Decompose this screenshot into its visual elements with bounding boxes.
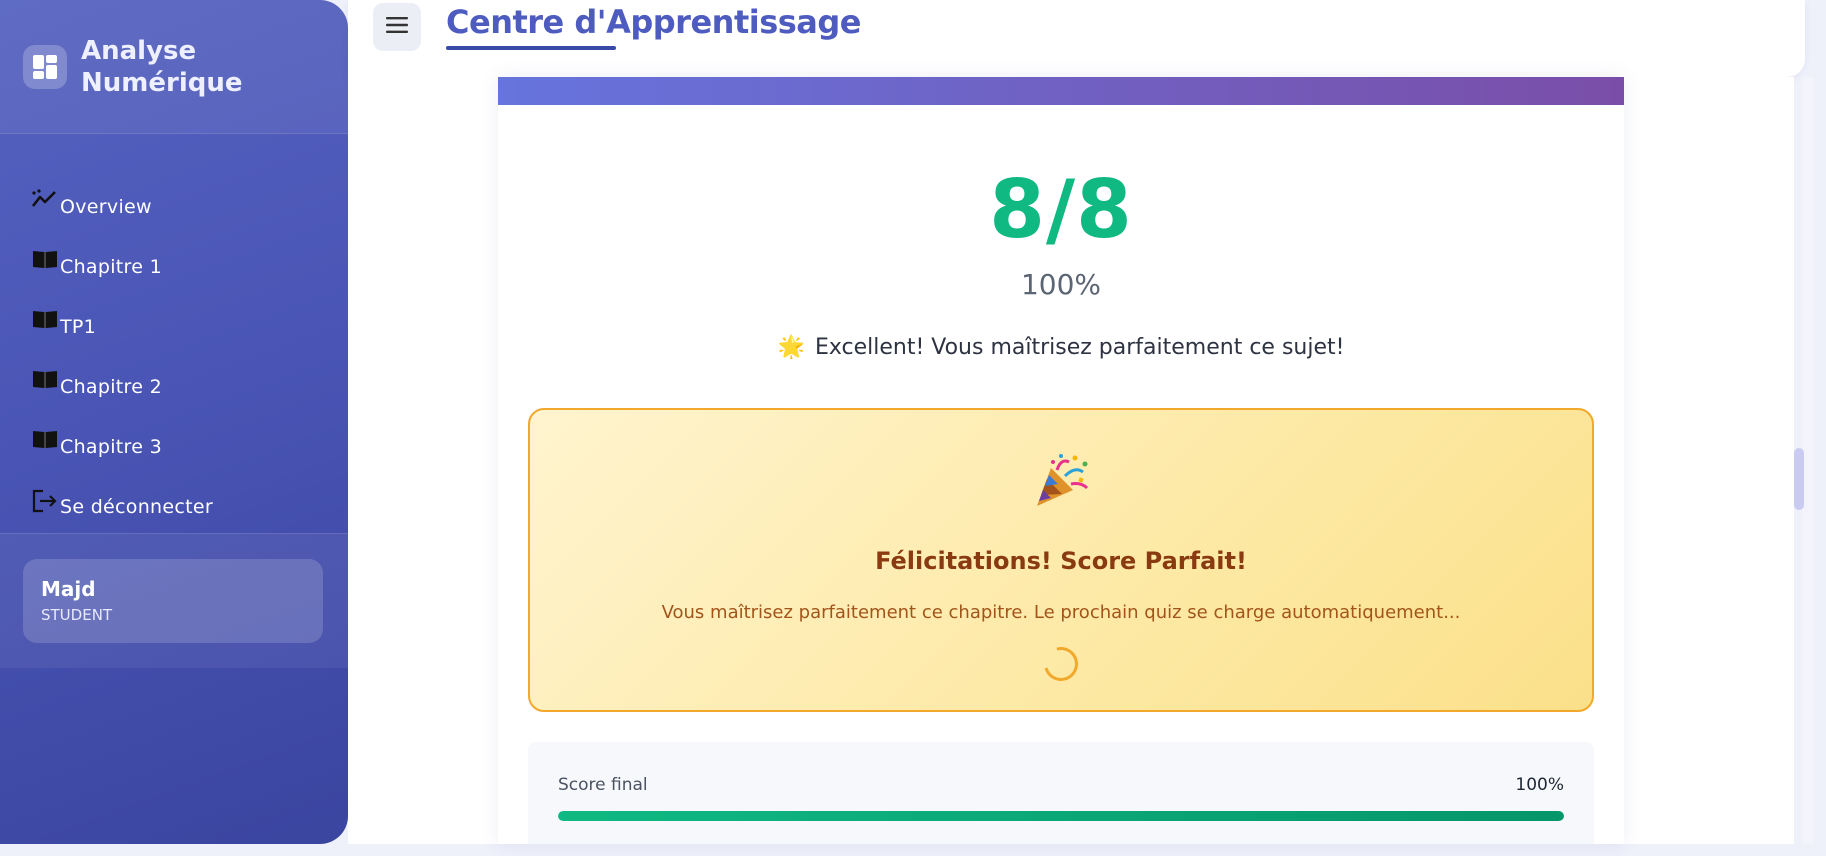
final-score-progress-track [558, 811, 1564, 821]
quiz-result-card: 8/8 100% 🌟 Excellent! Vous maîtrisez parf… [498, 77, 1624, 844]
final-score-label: Score final [558, 775, 648, 795]
card-header-band [498, 77, 1624, 105]
loading-spinner [1037, 640, 1085, 688]
final-score-panel: Score final 100% [528, 742, 1594, 844]
user-name: Majd [41, 577, 96, 601]
glowing-star-icon: 🌟 [777, 335, 805, 360]
result-message: 🌟 Excellent! Vous maîtrisez parfaitement … [498, 335, 1624, 360]
sidebar-item-overview[interactable]: Overview [0, 160, 348, 220]
title-underline [446, 46, 616, 50]
result-message-text: Excellent! Vous maîtrisez parfaitement c… [814, 335, 1345, 360]
brand-line-1: Analyse [81, 35, 197, 66]
party-popper-icon [1031, 450, 1091, 515]
book-icon [31, 308, 61, 334]
sidebar-item-label: TP1 [60, 316, 97, 338]
menu-toggle-button[interactable] [373, 3, 421, 51]
congrats-panel: Félicitations! Score Parfait! Vous maîtr… [528, 408, 1594, 712]
congrats-text: Vous maîtrisez parfaitement ce chapitre.… [661, 602, 1461, 623]
brand-line-2: Numérique [81, 67, 243, 98]
user-role: STUDENT [41, 606, 113, 624]
score-percent: 100% [1020, 268, 1102, 301]
sidebar-item-chapitre-1[interactable]: Chapitre 1 [0, 220, 348, 280]
brand[interactable]: Analyse Numérique [0, 0, 348, 134]
page-title: Centre d'Apprentissage [446, 3, 862, 41]
sidebar-item-tp1[interactable]: TP1 [0, 280, 348, 340]
sidebar-item-label: Chapitre 2 [60, 376, 162, 398]
sidebar-item-label: Se déconnecter [60, 496, 213, 518]
trend-line-icon [31, 188, 61, 214]
congrats-title: Félicitations! Score Parfait! [875, 547, 1247, 575]
logout-icon [31, 488, 61, 514]
scrollbar-thumb[interactable] [1794, 448, 1804, 510]
sidebar-item-label: Chapitre 1 [60, 256, 162, 278]
sidebar-item-label: Chapitre 3 [60, 436, 162, 458]
sidebar-item-chapitre-2[interactable]: Chapitre 2 [0, 340, 348, 400]
book-icon [31, 248, 61, 274]
score-value: 8/8 [989, 163, 1133, 256]
user-card[interactable]: Majd STUDENT [23, 559, 323, 643]
top-header: Centre d'Apprentissage [348, 0, 1805, 77]
sidebar-item-label: Overview [60, 196, 152, 218]
sidebar-nav: Overview Chapitre 1 TP1 Chapitre 2 Chapi… [0, 134, 348, 520]
sidebar-item-logout[interactable]: Se déconnecter [0, 460, 348, 520]
sidebar-item-chapitre-3[interactable]: Chapitre 3 [0, 400, 348, 460]
sidebar: Analyse Numérique Overview Chapitre 1 TP… [0, 0, 348, 844]
final-score-value: 100% [1515, 775, 1564, 795]
hamburger-icon [386, 16, 408, 38]
dashboard-icon [23, 44, 67, 89]
book-icon [31, 428, 61, 454]
user-section: Majd STUDENT [0, 533, 348, 668]
final-score-progress-fill [558, 811, 1564, 821]
book-icon [31, 368, 61, 394]
